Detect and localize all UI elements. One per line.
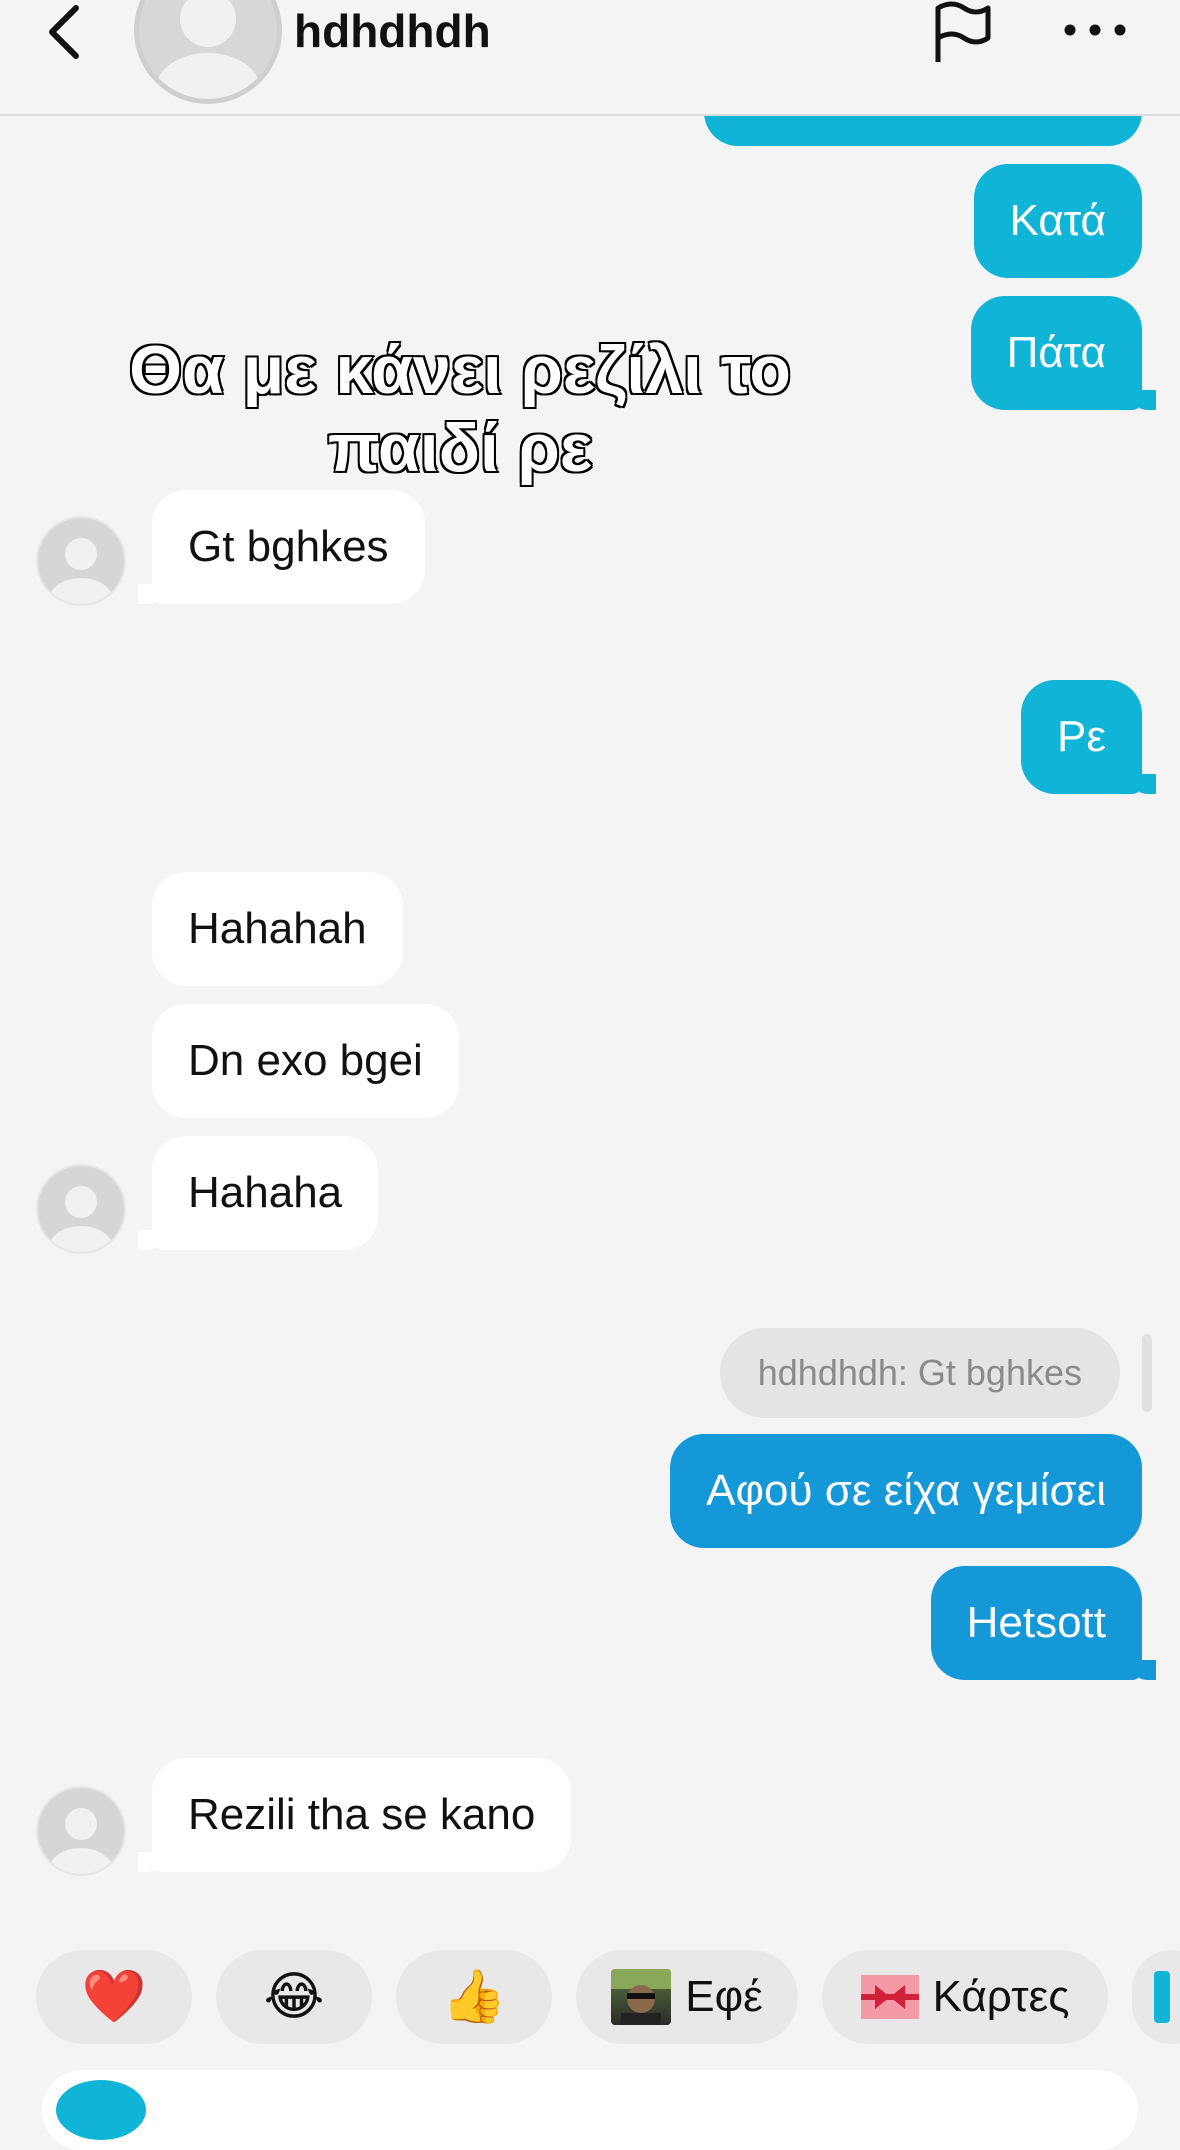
message-text: Κατά	[1009, 196, 1106, 245]
chat-username[interactable]: hdhdhdh	[294, 4, 491, 58]
quick-reaction-laugh[interactable]: 😂	[216, 1950, 372, 2044]
heart-icon: ❤️	[81, 1968, 147, 2026]
sender-avatar[interactable]	[36, 1164, 126, 1254]
message-text: Dn exo bgei	[188, 1036, 423, 1085]
message-bubble-incoming[interactable]: Hahaha	[137, 1136, 379, 1250]
message-bubble-incoming[interactable]: Rezili tha se kano	[137, 1758, 572, 1872]
sender-avatar[interactable]	[36, 516, 126, 606]
effects-label: Εφέ	[685, 1972, 763, 2021]
thumbs-up-icon: 👍	[441, 1968, 507, 2026]
message-text: Rezili tha se kano	[188, 1790, 536, 1839]
more-reactions-chip[interactable]	[1132, 1950, 1180, 2044]
quick-reaction-thumbs-up[interactable]: 👍	[396, 1950, 552, 2044]
message-text: Πάτα	[1006, 328, 1106, 377]
cards-label: Κάρτες	[932, 1972, 1070, 2021]
reply-indicator	[1142, 1334, 1152, 1412]
message-bubble-incoming[interactable]: Gt bghkes	[138, 490, 425, 604]
chip-icon	[1154, 1971, 1170, 2023]
effects-thumbnail-icon	[611, 1969, 672, 2025]
camera-icon[interactable]	[56, 2080, 146, 2140]
message-text: Gt bghkes	[188, 522, 389, 571]
cards-button[interactable]: Κάρτες	[822, 1950, 1108, 2044]
avatar[interactable]	[134, 0, 282, 104]
back-arrow-icon[interactable]	[40, 0, 90, 60]
message-bubble-incoming[interactable]: Hahahah	[152, 872, 403, 986]
effects-button[interactable]: Εφέ	[576, 1950, 798, 2044]
video-caption-overlay: Θα με κάνει ρεζίλι το παιδί ρε	[110, 331, 810, 487]
message-text: Hetsott	[966, 1598, 1106, 1647]
message-bubble-outgoing[interactable]: Hetsott	[930, 1566, 1157, 1680]
message-text: Αφού σε είχα γεμίσει	[706, 1466, 1106, 1515]
message-text: Hahahah	[188, 904, 367, 953]
caption-line: Θα με κάνει ρεζίλι το	[128, 331, 793, 410]
message-input[interactable]	[42, 2070, 1138, 2150]
more-options-icon[interactable]	[1060, 10, 1130, 50]
quick-reaction-heart[interactable]: ❤️	[36, 1950, 192, 2044]
message-text: Ρε	[1057, 712, 1106, 761]
message-bubble-outgoing[interactable]: Ρε	[1021, 680, 1156, 794]
caption-line: παιδί ρε	[326, 408, 593, 487]
message-bubble-incoming[interactable]: Dn exo bgei	[152, 1004, 459, 1118]
message-bubble-outgoing[interactable]: Αφού σε είχα γεμίσει	[670, 1434, 1142, 1548]
chat-header: hdhdhdh	[0, 0, 1180, 116]
message-bubble-outgoing[interactable]: Κατά	[973, 164, 1142, 278]
laugh-emoji-icon: 😂	[263, 1968, 325, 2026]
sender-avatar[interactable]	[36, 1786, 126, 1876]
reply-quote[interactable]: hdhdhdh: Gt bghkes	[719, 1328, 1120, 1418]
reply-quote-text: hdhdhdh: Gt bghkes	[757, 1352, 1082, 1393]
flag-icon[interactable]	[930, 0, 994, 64]
message-text: Hahaha	[188, 1168, 343, 1217]
message-bubble-outgoing[interactable]: Πάτα	[970, 296, 1157, 410]
gift-card-icon	[860, 1975, 919, 2019]
